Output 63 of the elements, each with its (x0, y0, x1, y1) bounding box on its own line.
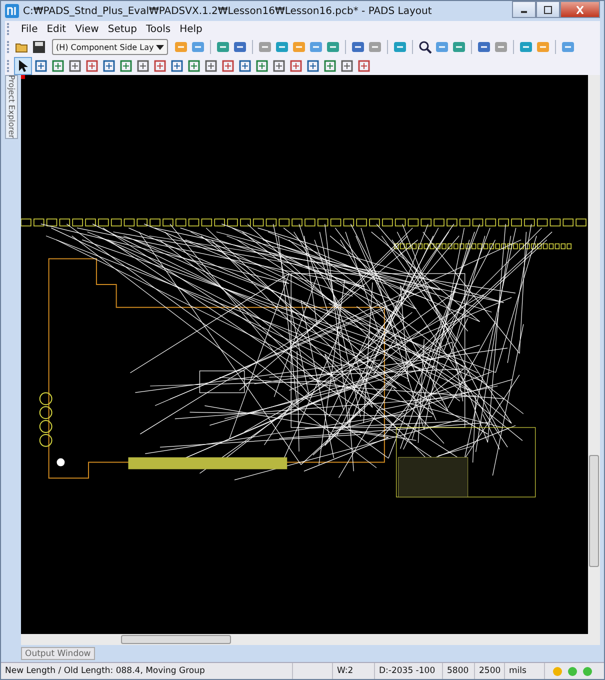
tool-icon[interactable] (232, 40, 247, 54)
menu-item[interactable]: View (75, 24, 99, 34)
tool-icon[interactable] (204, 59, 218, 73)
search-icon[interactable] (418, 40, 432, 54)
tool-icon[interactable] (153, 59, 167, 73)
tool-icon[interactable] (51, 59, 65, 73)
tool-icon[interactable] (221, 59, 235, 73)
project-explorer-tab[interactable]: Project Explorer (5, 75, 18, 139)
tool-icon[interactable] (34, 59, 48, 73)
status-field: 5800 (443, 663, 475, 679)
tool-icon[interactable] (85, 59, 99, 73)
tool-icon[interactable] (190, 40, 205, 54)
close-icon (575, 6, 585, 14)
close-button[interactable] (560, 1, 600, 18)
menu-item[interactable]: Edit (46, 24, 66, 34)
tool-icon[interactable] (357, 59, 371, 73)
tool-icon[interactable] (560, 40, 575, 54)
tool-icon[interactable] (452, 40, 466, 54)
save-icon[interactable] (32, 40, 46, 54)
status-field: W:2 (333, 663, 375, 679)
status-field: mils (505, 663, 545, 679)
tool-icon[interactable] (289, 59, 303, 73)
pointer-icon[interactable] (15, 58, 31, 74)
tool-icon[interactable] (216, 40, 230, 54)
menu-item[interactable]: Tools (146, 24, 171, 34)
tool-icon[interactable] (340, 59, 354, 73)
tool-icon[interactable] (306, 59, 320, 73)
menu-item[interactable]: Setup (108, 24, 137, 34)
status-message: New Length / Old Length: 088.4, Moving Group (1, 663, 293, 679)
tool-icon[interactable] (255, 59, 269, 73)
tool-icon[interactable] (238, 59, 252, 73)
window-title: C:₩PADS_Stnd_Plus_Eval₩PADSVX.1.2₩Lesson16₩Lesson16.pcb* - PADS Layout (23, 6, 432, 16)
status-field: D:-2035 -100 (375, 663, 443, 679)
tool-icon[interactable] (494, 40, 508, 54)
horizontal-scrollbar[interactable] (21, 634, 600, 645)
tool-icon[interactable] (518, 40, 533, 54)
tool-icon[interactable] (272, 59, 286, 73)
menu-item[interactable]: Help (180, 24, 202, 34)
output-window-tab[interactable]: Output Window (21, 647, 95, 660)
tool-icon[interactable] (68, 59, 82, 73)
minimize-button[interactable] (512, 1, 536, 18)
tool-icon[interactable] (308, 40, 323, 54)
maximize-button[interactable] (536, 1, 560, 18)
tool-icon[interactable] (323, 59, 337, 73)
tool-icon[interactable] (136, 59, 150, 73)
app-logo-icon (5, 4, 19, 18)
tool-icon[interactable] (274, 40, 289, 54)
tool-icon[interactable] (170, 59, 184, 73)
caret-icon (156, 44, 164, 50)
menu-item[interactable]: File (21, 24, 38, 34)
tool-icon[interactable] (102, 59, 116, 73)
tool-icon[interactable] (119, 59, 133, 73)
tool-icon[interactable] (326, 40, 340, 54)
tool-icon[interactable] (350, 40, 365, 54)
layer-dropdown[interactable]: (H) Component Side Lay (52, 39, 168, 55)
tool-icon[interactable] (258, 40, 272, 54)
maximize-icon (543, 6, 553, 14)
tool-icon[interactable] (187, 59, 201, 73)
tool-icon[interactable] (476, 40, 491, 54)
tool-icon[interactable] (392, 40, 407, 54)
tool-icon[interactable] (368, 40, 382, 54)
vertical-scrollbar[interactable] (588, 75, 600, 634)
status-field: 2500 (475, 663, 505, 679)
